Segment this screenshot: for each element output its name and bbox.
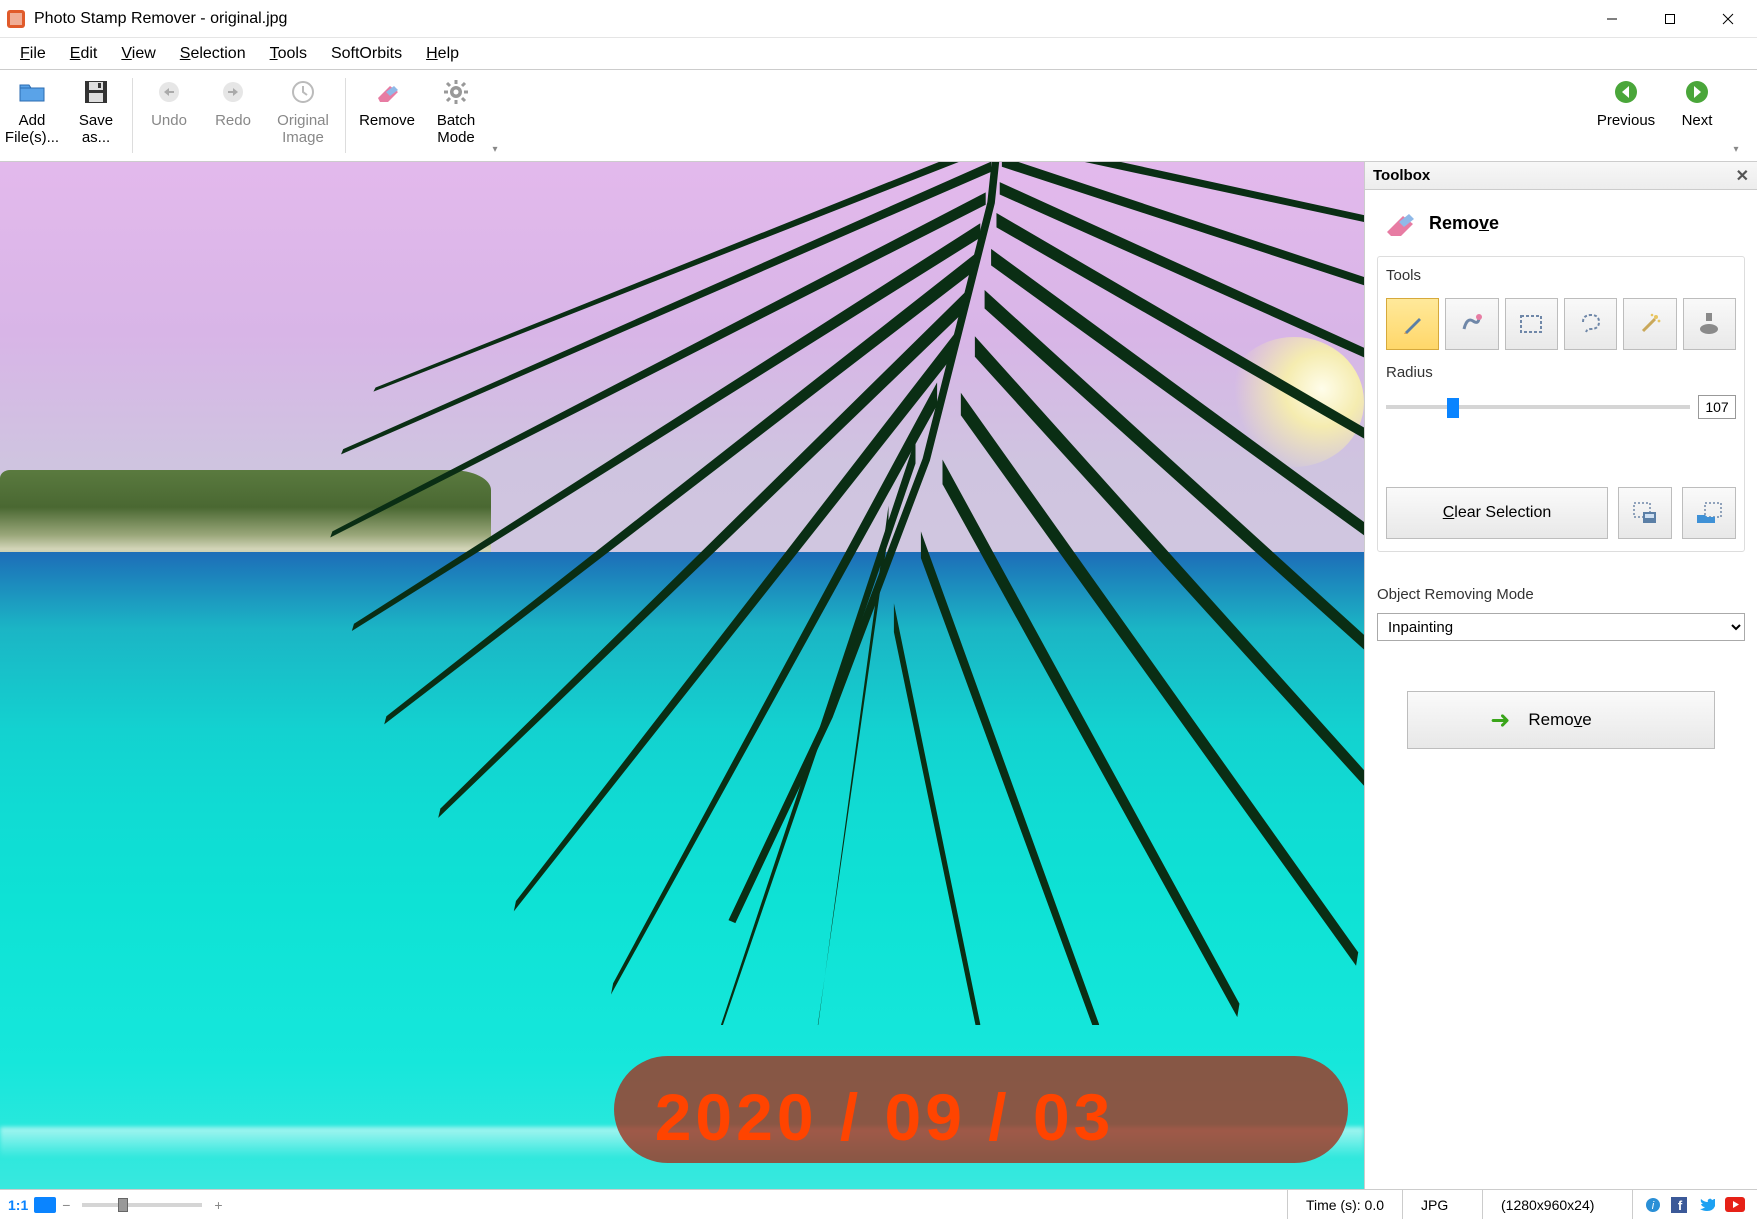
arrow-right-circle-icon [1684, 76, 1710, 108]
toolbox-section-header: Remove [1377, 200, 1745, 246]
toolbar-separator [345, 78, 346, 153]
menu-tools[interactable]: Tools [260, 41, 317, 67]
toolbox-section-label: Remove [1429, 213, 1499, 234]
undo-icon [156, 76, 182, 108]
facebook-icon[interactable]: f [1671, 1197, 1687, 1213]
youtube-icon[interactable] [1725, 1197, 1745, 1212]
remove-action-label: Remove [1528, 710, 1591, 730]
tool-freehand[interactable] [1445, 298, 1498, 350]
zoom-slider-thumb[interactable] [118, 1198, 128, 1212]
menubar: File Edit View Selection Tools SoftOrbit… [0, 38, 1757, 70]
window-title: Photo Stamp Remover - original.jpg [34, 10, 1583, 28]
next-button[interactable]: Next [1665, 70, 1729, 161]
tool-marker[interactable] [1386, 298, 1439, 350]
remove-button[interactable]: Remove [350, 70, 424, 161]
radius-slider-thumb[interactable] [1447, 398, 1459, 418]
folder-open-icon [18, 76, 46, 108]
menu-file[interactable]: File [10, 41, 56, 67]
toolbar: Add File(s)... Save as... Undo Redo Orig… [0, 70, 1757, 162]
status-dimensions: (1280x960x24) [1482, 1190, 1632, 1219]
toolbar-overflow-right[interactable]: ▾ [1729, 70, 1743, 161]
minimize-button[interactable] [1583, 0, 1641, 37]
tool-rect-select[interactable] [1505, 298, 1558, 350]
app-icon [6, 9, 26, 29]
next-label: Next [1682, 112, 1713, 129]
clear-selection-button[interactable]: Clear Selection [1386, 487, 1608, 539]
batch-mode-button[interactable]: Batch Mode [424, 70, 488, 161]
previous-label: Previous [1597, 112, 1655, 129]
radius-input[interactable] [1698, 395, 1736, 419]
save-selection-button[interactable] [1618, 487, 1672, 539]
floppy-icon [83, 76, 109, 108]
tool-magic-wand[interactable] [1623, 298, 1676, 350]
titlebar: Photo Stamp Remover - original.jpg [0, 0, 1757, 38]
toolbox-title: Toolbox [1373, 167, 1430, 184]
toolbox-header: Toolbox ✕ [1365, 162, 1757, 190]
mode-label: Object Removing Mode [1377, 586, 1745, 603]
image-canvas[interactable]: 2020 / 09 / 03 [0, 162, 1364, 1189]
tool-icons-row [1386, 298, 1736, 350]
maximize-button[interactable] [1641, 0, 1699, 37]
eraser-icon [1381, 208, 1417, 238]
gear-icon [443, 76, 469, 108]
datestamp-text: 2020 / 09 / 03 [655, 1079, 1115, 1155]
status-format: JPG [1402, 1190, 1482, 1219]
batch-mode-label: Batch Mode [424, 112, 488, 147]
eraser-icon [372, 76, 402, 108]
tool-lasso[interactable] [1564, 298, 1617, 350]
menu-edit[interactable]: Edit [60, 41, 108, 67]
zoom-ratio[interactable]: 1:1 [8, 1197, 28, 1213]
info-icon[interactable]: i [1645, 1197, 1661, 1213]
radius-label: Radius [1386, 364, 1736, 381]
fit-to-screen-icon[interactable] [34, 1197, 56, 1213]
history-icon [290, 76, 316, 108]
toolbar-separator [132, 78, 133, 153]
toolbox-panel: Toolbox ✕ Remove Tools Radius [1364, 162, 1757, 1189]
redo-button[interactable]: Redo [201, 70, 265, 161]
tools-label: Tools [1386, 267, 1736, 284]
tool-clone-stamp[interactable] [1683, 298, 1736, 350]
toolbar-overflow[interactable]: ▾ [488, 70, 502, 161]
toolbox-close-icon[interactable]: ✕ [1736, 166, 1749, 186]
twitter-icon[interactable] [1697, 1197, 1715, 1213]
remove-action-button[interactable]: ➜ Remove [1407, 691, 1715, 749]
statusbar: 1:1 − + Time (s): 0.0 JPG (1280x960x24) … [0, 1189, 1757, 1219]
undo-button[interactable]: Undo [137, 70, 201, 161]
close-button[interactable] [1699, 0, 1757, 37]
radius-slider[interactable] [1386, 405, 1690, 409]
add-files-button[interactable]: Add File(s)... [0, 70, 64, 161]
arrow-left-circle-icon [1613, 76, 1639, 108]
original-image-label: Original Image [265, 112, 341, 147]
add-files-label: Add File(s)... [0, 112, 64, 147]
arrow-right-icon: ➜ [1490, 706, 1510, 735]
menu-help[interactable]: Help [416, 41, 469, 67]
redo-icon [220, 76, 246, 108]
redo-label: Redo [215, 112, 251, 129]
previous-button[interactable]: Previous [1587, 70, 1665, 161]
undo-label: Undo [151, 112, 187, 129]
original-image-button[interactable]: Original Image [265, 70, 341, 161]
photo-content: 2020 / 09 / 03 [0, 162, 1364, 1189]
save-as-button[interactable]: Save as... [64, 70, 128, 161]
status-time: Time (s): 0.0 [1287, 1190, 1402, 1219]
zoom-out-icon[interactable]: − [62, 1197, 70, 1213]
menu-view[interactable]: View [111, 41, 165, 67]
load-selection-button[interactable] [1682, 487, 1736, 539]
mode-select[interactable]: Inpainting [1377, 613, 1745, 641]
save-as-label: Save as... [64, 112, 128, 147]
svg-text:f: f [1678, 1198, 1683, 1213]
zoom-slider[interactable] [82, 1203, 202, 1207]
menu-softorbits[interactable]: SoftOrbits [321, 41, 412, 67]
zoom-in-icon[interactable]: + [214, 1197, 222, 1213]
remove-label: Remove [359, 112, 415, 129]
menu-selection[interactable]: Selection [170, 41, 256, 67]
